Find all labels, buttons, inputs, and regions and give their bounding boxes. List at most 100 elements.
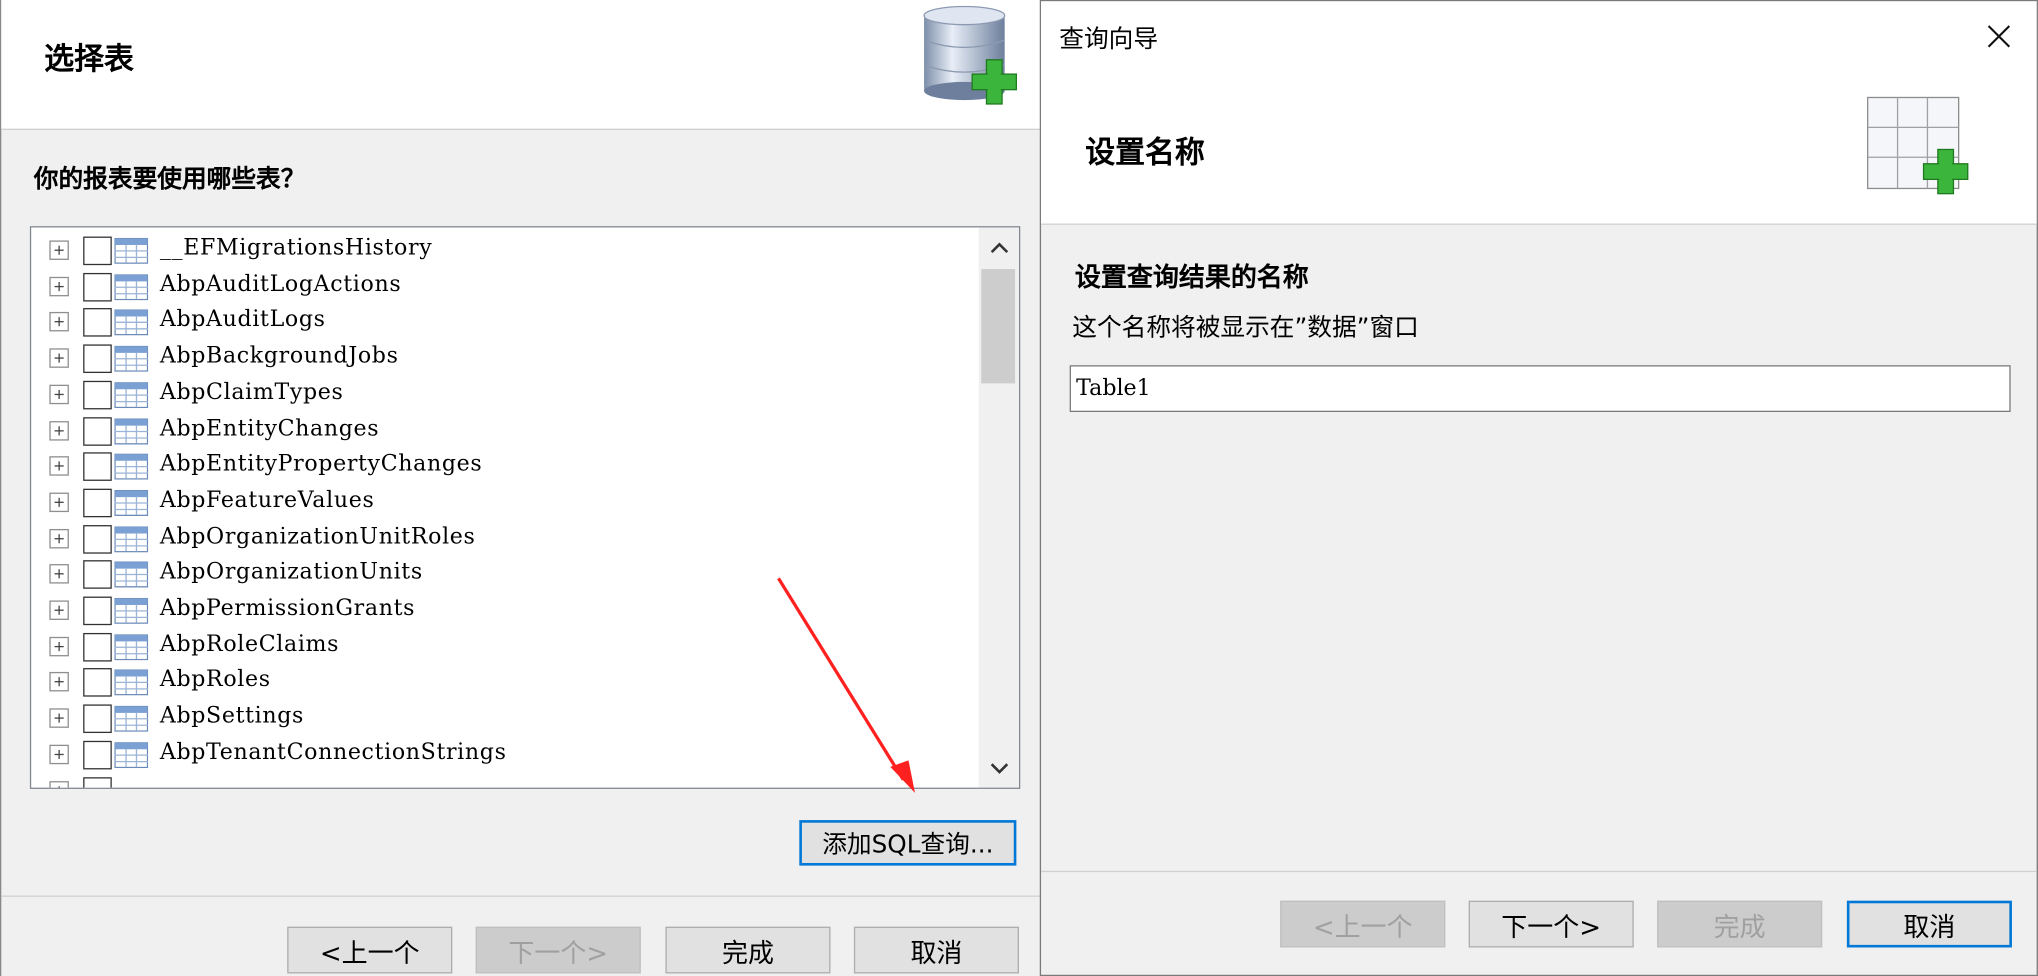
table-row[interactable]: AbpEntityPropertyChanges: [31, 449, 977, 484]
table-icon: [114, 489, 149, 516]
expand-plus-icon[interactable]: [49, 312, 69, 332]
table-icon: [114, 741, 149, 768]
table-checkbox[interactable]: [83, 740, 112, 770]
window-title: 查询向导: [1059, 24, 1159, 54]
table-name: AbpAuditLogActions: [159, 271, 402, 298]
table-icon: [114, 669, 149, 696]
expand-plus-icon[interactable]: [49, 780, 69, 788]
table-name: AbpEntityPropertyChanges: [159, 451, 483, 478]
table-row[interactable]: AbpBackgroundJobs: [31, 341, 977, 376]
expand-plus-icon[interactable]: [49, 564, 69, 584]
table-name: AbpOrganizationUnits: [159, 559, 423, 586]
prev-button[interactable]: <上一个: [287, 926, 453, 974]
close-icon[interactable]: [1985, 22, 2014, 51]
table-checkbox[interactable]: [83, 524, 112, 554]
scroll-up-button[interactable]: [979, 227, 1019, 267]
expand-plus-icon[interactable]: [49, 528, 69, 548]
table-checkbox[interactable]: [83, 308, 112, 338]
chevron-up-icon: [990, 241, 1008, 253]
table-checkbox[interactable]: [83, 380, 112, 410]
table-row[interactable]: AbpOrganizationUnitRoles: [31, 521, 977, 556]
table-question-label: 你的报表要使用哪些表？: [33, 165, 306, 194]
table-name: AbpTenantConnectionStrings: [159, 739, 507, 766]
expand-plus-icon[interactable]: [49, 240, 69, 260]
screen: 选择表 你的报表要使用哪些表？ __EFMigrationsHistory Ab…: [0, 0, 2038, 976]
table-icon: [114, 633, 149, 660]
table-icon: [114, 597, 149, 624]
chevron-down-icon: [990, 762, 1008, 774]
scroll-down-button[interactable]: [979, 747, 1019, 787]
query-name-input[interactable]: Table1: [1069, 365, 2011, 413]
table-icon: [114, 453, 149, 480]
table-icon: [114, 381, 149, 408]
table-checkbox[interactable]: [83, 452, 112, 482]
prev-button[interactable]: <上一个: [1280, 900, 1446, 948]
scroll-thumb[interactable]: [981, 269, 1016, 384]
expand-plus-icon[interactable]: [49, 348, 69, 368]
table-name: AbpOrganizationUnitRoles: [159, 523, 476, 550]
table-name: AbpFeatureValues: [159, 487, 375, 514]
table-name: AbpRoleClaims: [159, 631, 340, 658]
expand-plus-icon[interactable]: [49, 384, 69, 404]
table-checkbox[interactable]: [83, 416, 112, 446]
table-icon: [114, 705, 149, 732]
table-checkbox[interactable]: [83, 704, 112, 734]
table-checkbox[interactable]: [83, 560, 112, 590]
dialog-header: 设置名称: [1041, 66, 2037, 225]
footer-divider: [1041, 870, 2037, 873]
expand-plus-icon[interactable]: [49, 456, 69, 476]
expand-plus-icon[interactable]: [49, 492, 69, 512]
table-row[interactable]: AbpEntityChanges: [31, 413, 977, 448]
table-icon: [114, 237, 149, 264]
table-checkbox[interactable]: [83, 668, 112, 698]
table-row[interactable]: AbpAuditLogs: [31, 305, 977, 340]
table-row[interactable]: __EFMigrationsHistory: [31, 233, 977, 268]
wizard-header: 选择表: [1, 0, 1042, 130]
expand-plus-icon[interactable]: [49, 600, 69, 620]
table-row[interactable]: AbpFeatureValues: [31, 485, 977, 520]
table-row[interactable]: AbpAuditLogActions: [31, 269, 977, 304]
select-tables-wizard: 选择表 你的报表要使用哪些表？ __EFMigrationsHistory Ab…: [0, 0, 1042, 976]
table-checkbox[interactable]: [83, 236, 112, 266]
table-icon: [114, 525, 149, 552]
table-icon: [114, 417, 149, 444]
table-icon: [114, 273, 149, 300]
finish-button[interactable]: 完成: [665, 926, 831, 974]
table-checkbox[interactable]: [83, 776, 112, 788]
table-name: AbpRoles: [159, 667, 271, 694]
table-checkbox[interactable]: [83, 632, 112, 662]
table-checkbox[interactable]: [83, 344, 112, 374]
table-name: AbpEntityChanges: [159, 415, 380, 442]
table-checkbox[interactable]: [83, 488, 112, 518]
title-bar: 查询向导: [1041, 1, 2037, 67]
cancel-button[interactable]: 取消: [1846, 900, 2012, 948]
expand-plus-icon[interactable]: [49, 636, 69, 656]
table-name: AbpSettings: [159, 703, 305, 730]
expand-plus-icon[interactable]: [49, 744, 69, 764]
table-icon: [114, 561, 149, 588]
table-name: AbpBackgroundJobs: [159, 343, 399, 370]
expand-plus-icon[interactable]: [49, 420, 69, 440]
table-name: __EFMigrationsHistory: [159, 235, 433, 262]
table-name: AbpAuditLogs: [159, 307, 326, 334]
section-title: 设置查询结果的名称: [1074, 261, 1309, 293]
next-button[interactable]: 下一个>: [1468, 900, 1634, 948]
add-sql-query-button[interactable]: 添加SQL查询...: [799, 820, 1017, 866]
expand-plus-icon[interactable]: [49, 672, 69, 692]
vertical-scrollbar[interactable]: [978, 227, 1019, 788]
table-add-icon: [1867, 96, 1969, 195]
table-row[interactable]: AbpClaimTypes: [31, 377, 977, 412]
finish-button[interactable]: 完成: [1657, 900, 1823, 948]
table-name: AbpClaimTypes: [159, 379, 344, 406]
table-checkbox[interactable]: [83, 596, 112, 626]
table-icon: [114, 309, 149, 336]
cancel-button[interactable]: 取消: [853, 926, 1019, 974]
page-title: 选择表: [44, 42, 134, 77]
expand-plus-icon[interactable]: [49, 708, 69, 728]
page-title: 设置名称: [1085, 136, 1205, 171]
table-checkbox[interactable]: [83, 272, 112, 302]
next-button[interactable]: 下一个>: [475, 926, 641, 974]
database-add-icon: [923, 5, 1018, 105]
query-wizard-dialog: 查询向导 设置名称 设置查询结果的名称 这个名称将被显示在”数据”窗口 Tabl…: [1039, 0, 2038, 976]
expand-plus-icon[interactable]: [49, 276, 69, 296]
